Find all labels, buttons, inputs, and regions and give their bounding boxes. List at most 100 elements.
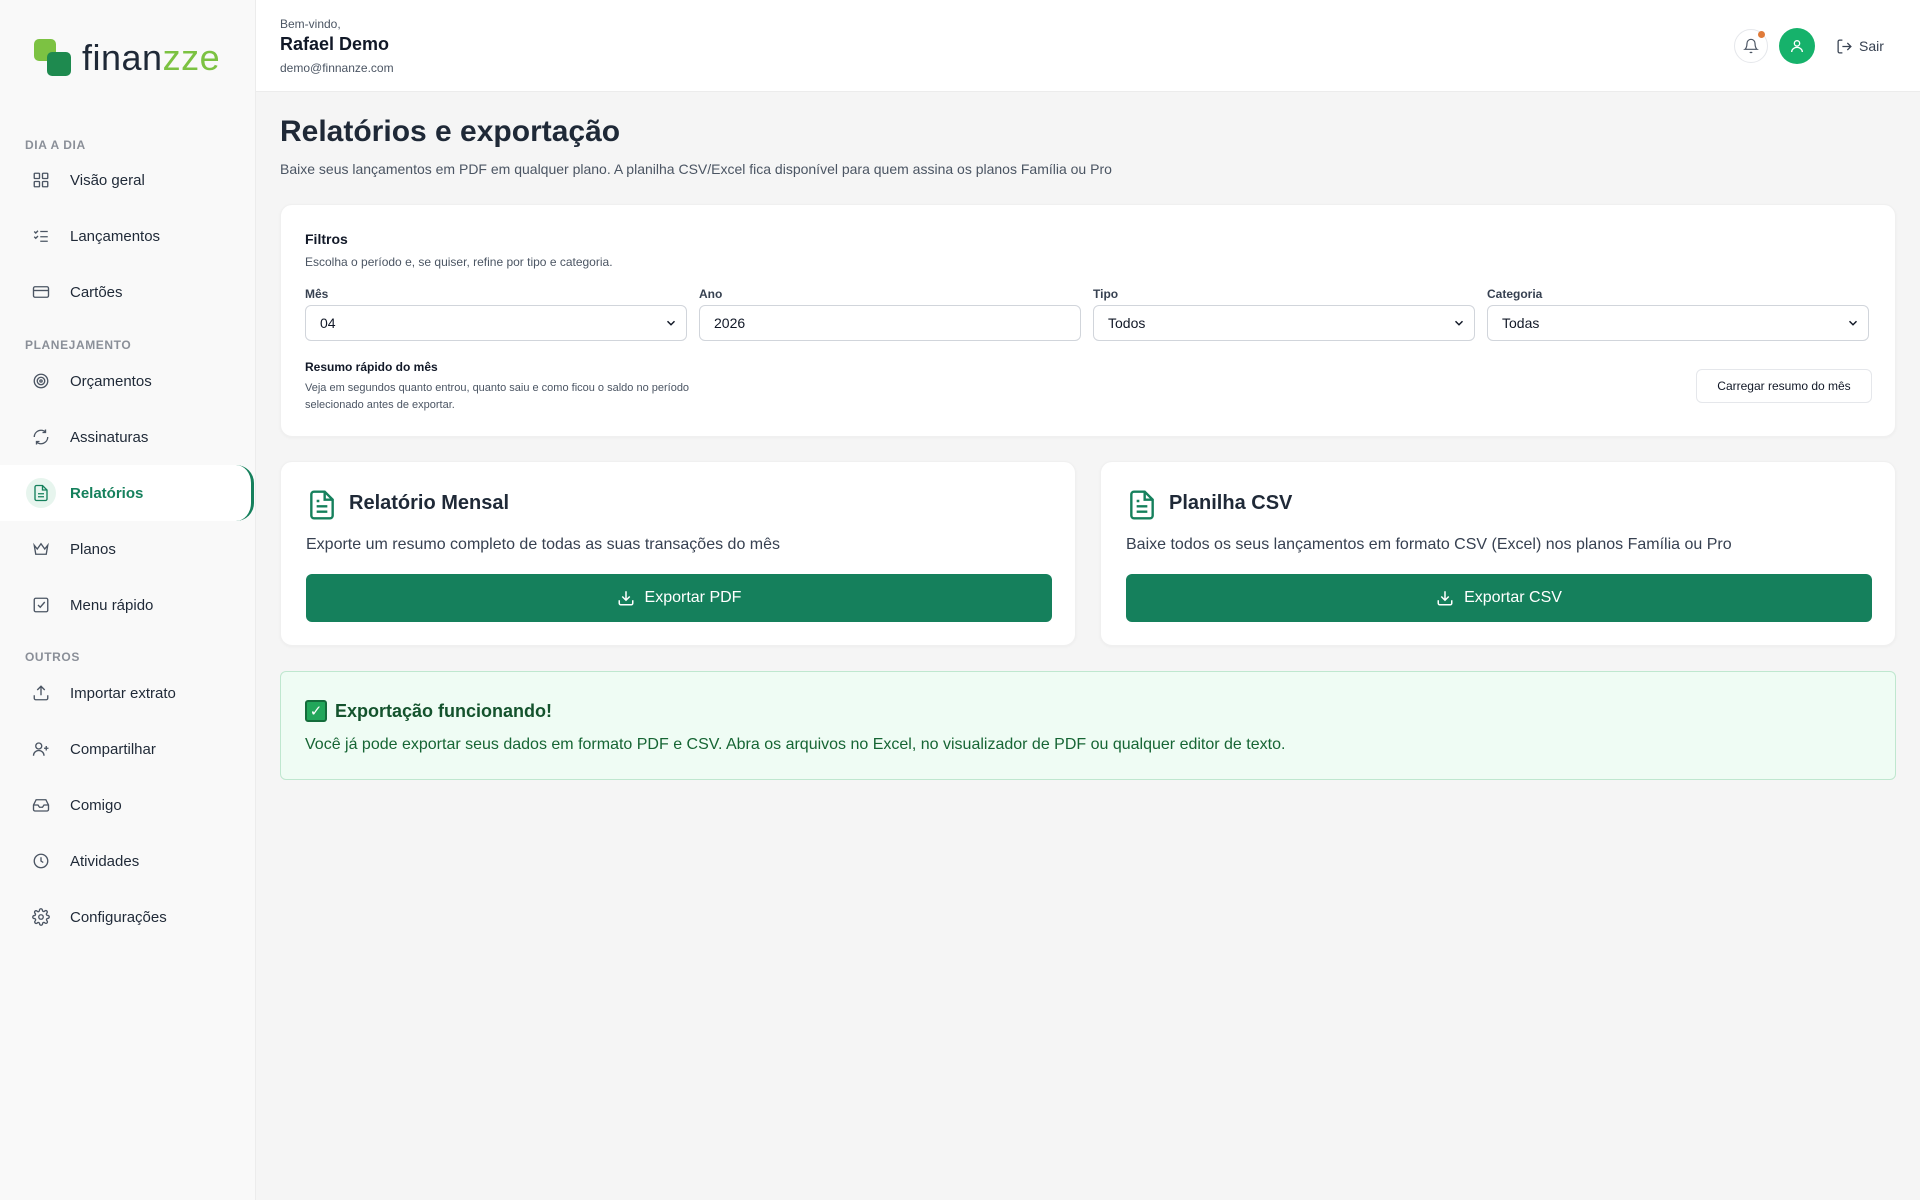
nav-section-others: OUTROS <box>25 650 80 664</box>
logout-icon <box>1837 38 1852 54</box>
chevron-down-icon <box>1454 320 1464 326</box>
sidebar-item-label: Lançamentos <box>70 227 161 245</box>
refresh-icon <box>30 426 52 448</box>
top-header: Bem-vindo, Rafael Demo demo@finnanze.com… <box>256 0 1920 92</box>
logout-button[interactable]: Sair <box>1836 34 1884 58</box>
year-label: Ano <box>699 287 723 301</box>
clock-icon <box>30 850 52 872</box>
sidebar-item-overview[interactable]: Visão geral <box>0 152 254 208</box>
list-check-icon <box>30 225 52 247</box>
category-label: Categoria <box>1487 287 1543 301</box>
sidebar-item-label: Menu rápido <box>70 596 154 614</box>
export-csv-button[interactable]: Exportar CSV <box>1126 574 1872 622</box>
export-pdf-button[interactable]: Exportar PDF <box>306 574 1052 622</box>
type-label: Tipo <box>1093 287 1119 301</box>
sidebar-item-label: Assinaturas <box>70 428 149 446</box>
pdf-card-description: Exporte um resumo completo de todas as s… <box>306 536 781 553</box>
sidebar-item-label: Visão geral <box>70 171 145 189</box>
year-input[interactable]: 2026 <box>699 305 1081 341</box>
sidebar-item-label: Cartões <box>70 283 123 301</box>
sidebar: finanzze DIA A DIA Visão geral Lançament… <box>0 0 256 1200</box>
quick-summary-title: Resumo rápido do mês <box>305 360 438 374</box>
sidebar-item-reports[interactable]: Relatórios <box>0 465 254 521</box>
csv-export-card: Planilha CSV Baixe todos os seus lançame… <box>1100 461 1896 646</box>
quick-summary-description: Veja em segundos quanto entrou, quanto s… <box>305 382 690 411</box>
sidebar-item-label: Relatórios <box>70 484 144 502</box>
sidebar-item-label: Atividades <box>70 852 140 870</box>
logout-label: Sair <box>1859 38 1884 54</box>
inbox-icon <box>30 794 52 816</box>
sidebar-item-transactions[interactable]: Lançamentos <box>0 208 254 264</box>
logo-mark-icon <box>34 39 72 77</box>
sidebar-item-import[interactable]: Importar extrato <box>0 665 254 721</box>
pdf-export-card: Relatório Mensal Exporte um resumo compl… <box>280 461 1076 646</box>
nav-section-daily: DIA A DIA <box>25 138 86 152</box>
month-select[interactable]: 04 <box>305 305 687 341</box>
user-plus-icon <box>30 738 52 760</box>
csv-card-description: Baixe todos os seus lançamentos em forma… <box>1126 536 1732 553</box>
export-pdf-label: Exportar PDF <box>644 589 742 606</box>
sidebar-item-label: Orçamentos <box>70 372 152 390</box>
category-select[interactable]: Todas <box>1487 305 1869 341</box>
success-banner: ✓ Exportação funcionando! Você já pode e… <box>280 671 1896 780</box>
filters-subtitle: Escolha o período e, se quiser, refine p… <box>305 255 613 269</box>
year-input-value: 2026 <box>714 315 746 331</box>
success-title: Exportação funcionando! <box>335 700 553 721</box>
sidebar-item-settings[interactable]: Configurações <box>0 889 254 945</box>
export-csv-label: Exportar CSV <box>1464 589 1562 606</box>
sidebar-item-subscriptions[interactable]: Assinaturas <box>0 409 254 465</box>
sidebar-item-with-me[interactable]: Comigo <box>0 777 254 833</box>
filters-card: Filtros Escolha o período e, se quiser, … <box>280 204 1896 437</box>
logo-text: finanzze <box>82 37 221 78</box>
crown-icon <box>30 538 52 560</box>
month-label: Mês <box>305 287 329 301</box>
sidebar-item-label: Planos <box>70 540 116 558</box>
pdf-card-title: Relatório Mensal <box>349 492 510 514</box>
upload-icon <box>30 682 52 704</box>
sidebar-item-share[interactable]: Compartilhar <box>0 721 254 777</box>
type-select[interactable]: Todos <box>1093 305 1475 341</box>
bell-icon <box>1743 38 1759 54</box>
app-logo[interactable]: finanzze <box>34 37 221 78</box>
csv-card-title: Planilha CSV <box>1169 492 1293 514</box>
nav-section-planning: PLANEJAMENTO <box>25 338 132 352</box>
sidebar-item-activities[interactable]: Atividades <box>0 833 254 889</box>
sidebar-item-cards[interactable]: Cartões <box>0 264 254 320</box>
welcome-text: Bem-vindo, <box>280 17 341 31</box>
download-icon <box>618 591 634 606</box>
success-description: Você já pode exportar seus dados em form… <box>305 736 1286 753</box>
notifications-button[interactable] <box>1734 29 1768 63</box>
credit-card-icon <box>30 281 52 303</box>
sidebar-item-label: Importar extrato <box>70 684 176 702</box>
file-text-icon <box>26 478 56 508</box>
user-avatar-button[interactable] <box>1779 28 1815 64</box>
load-summary-button[interactable]: Carregar resumo do mês <box>1696 369 1872 403</box>
sidebar-item-label: Compartilhar <box>70 740 156 758</box>
target-icon <box>30 370 52 392</box>
type-select-value: Todos <box>1108 315 1146 331</box>
grid-icon <box>30 169 52 191</box>
filters-title: Filtros <box>305 231 348 247</box>
gear-icon <box>30 906 52 928</box>
sidebar-item-quick-menu[interactable]: Menu rápido <box>0 577 254 633</box>
user-name: Rafael Demo <box>280 34 390 54</box>
user-icon <box>1791 40 1803 53</box>
sidebar-item-label: Configurações <box>70 908 167 926</box>
chevron-down-icon <box>1848 320 1858 326</box>
user-email: demo@finnanze.com <box>280 61 394 75</box>
month-select-value: 04 <box>320 315 336 331</box>
success-title-row: ✓ Exportação funcionando! <box>305 700 552 722</box>
page-subtitle: Baixe seus lançamentos em PDF em qualque… <box>280 161 1112 177</box>
chevron-down-icon <box>666 320 676 326</box>
page-title: Relatórios e exportação <box>280 115 621 148</box>
sidebar-item-plans[interactable]: Planos <box>0 521 254 577</box>
category-select-value: Todas <box>1502 315 1540 331</box>
sidebar-item-budgets[interactable]: Orçamentos <box>0 353 254 409</box>
notification-dot <box>1758 31 1765 38</box>
check-mark-icon: ✓ <box>305 700 327 722</box>
file-text-icon <box>1130 490 1154 520</box>
check-square-icon <box>30 594 52 616</box>
sidebar-item-label: Comigo <box>70 796 122 814</box>
file-text-icon <box>310 490 334 520</box>
download-icon <box>1437 591 1453 606</box>
